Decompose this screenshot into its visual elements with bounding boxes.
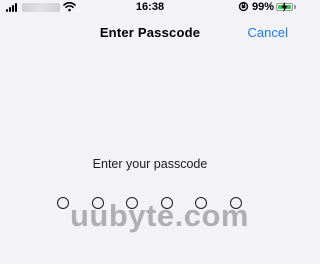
passcode-prompt: Enter your passcode: [92, 157, 208, 171]
cancel-button[interactable]: Cancel: [248, 25, 288, 40]
status-bar: 16:38 99%: [0, 0, 300, 16]
orientation-lock-icon: [238, 1, 249, 12]
watermark-text: uubyte.com: [70, 198, 249, 233]
navigation-bar: Enter Passcode Cancel: [0, 18, 300, 46]
charging-bolt-icon: [281, 2, 288, 12]
passcode-dot: [57, 197, 69, 209]
battery-terminal: [294, 5, 296, 9]
battery-percent: 99%: [252, 1, 275, 13]
